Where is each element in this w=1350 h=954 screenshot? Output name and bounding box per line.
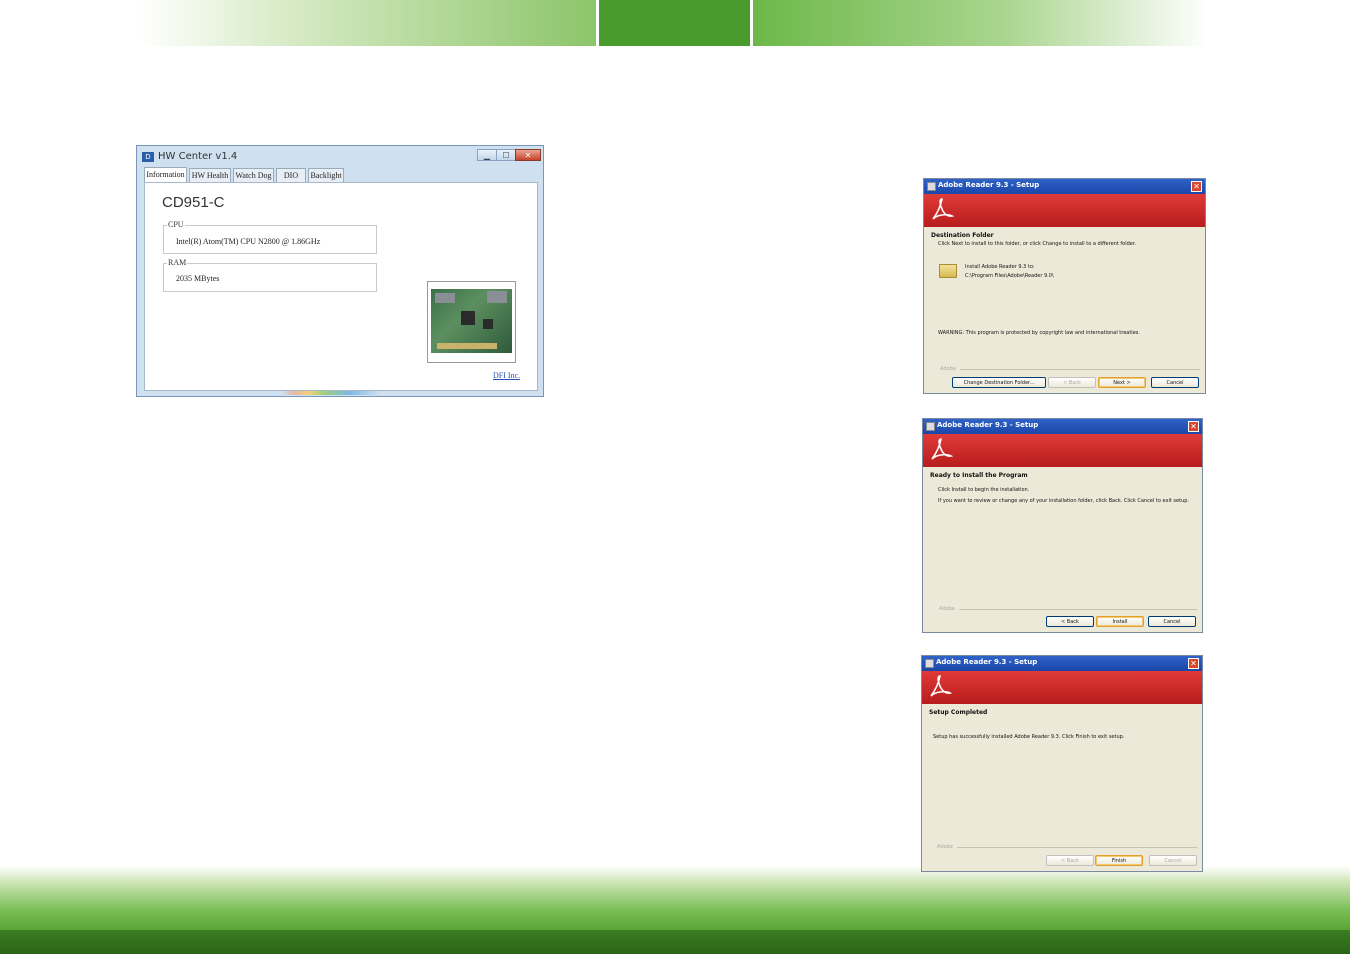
dialog-description: Click Next to install to this folder, or… — [938, 241, 1137, 247]
install-instruction: Click Install to begin the installation. — [938, 487, 1030, 493]
cancel-button[interactable]: Cancel — [1148, 616, 1196, 627]
copyright-warning: WARNING: This program is protected by co… — [938, 330, 1140, 336]
next-button[interactable]: Next > — [1098, 377, 1146, 388]
back-button[interactable]: < Back — [1046, 616, 1094, 627]
dialog-title: Adobe Reader 9.3 - Setup — [938, 181, 1040, 189]
ram-value: 2035 MBytes — [176, 274, 220, 283]
footer-separator — [957, 847, 1197, 848]
close-button[interactable]: ✕ — [1188, 658, 1199, 669]
information-panel: CD951-C CPU Intel(R) Atom(TM) CPU N2800 … — [144, 182, 538, 391]
footer-brand-label: Adobe — [940, 366, 956, 372]
board-connector — [487, 291, 507, 303]
tab-information[interactable]: Information — [144, 167, 187, 182]
footer-separator — [959, 609, 1197, 610]
adobe-reader-logo-icon — [931, 438, 953, 460]
adobe-banner — [924, 194, 1205, 227]
tab-watch-dog[interactable]: Watch Dog — [233, 168, 274, 182]
cancel-button[interactable]: Cancel — [1149, 855, 1197, 866]
board-header — [437, 343, 497, 349]
model-name: CD951-C — [162, 194, 225, 211]
dialog-titlebar: Adobe Reader 9.3 - Setup ✕ — [922, 656, 1202, 671]
back-button[interactable]: < Back — [1046, 855, 1094, 866]
maximize-button[interactable]: ☐ — [496, 149, 516, 161]
hw-center-titlebar: D HW Center v1.4 ▁ ☐ ✕ — [139, 148, 541, 166]
hw-center-title: HW Center v1.4 — [158, 151, 238, 162]
dialog-titlebar: Adobe Reader 9.3 - Setup ✕ — [924, 179, 1205, 194]
board-connector — [435, 293, 455, 303]
tab-hw-health[interactable]: HW Health — [189, 168, 231, 182]
adobe-setup-dialog-destination: Adobe Reader 9.3 - Setup ✕ Destination F… — [923, 178, 1206, 394]
footer-bar — [0, 930, 1350, 954]
footer-brand-label: Adobe — [937, 844, 953, 850]
window-bottom-strip — [144, 391, 538, 395]
adobe-setup-dialog-ready: Adobe Reader 9.3 - Setup ✕ Ready to Inst… — [922, 418, 1203, 633]
dialog-title: Adobe Reader 9.3 - Setup — [937, 421, 1039, 429]
close-button[interactable]: ✕ — [1191, 181, 1202, 192]
finish-button[interactable]: Finish — [1095, 855, 1143, 866]
dialog-heading: Ready to Install the Program — [930, 472, 1028, 479]
back-button[interactable]: < Back — [1048, 377, 1096, 388]
board-image — [427, 281, 516, 363]
ram-label: RAM — [167, 258, 188, 267]
change-destination-button[interactable]: Change Destination Folder... — [952, 377, 1046, 388]
install-path: C:\Program Files\Adobe\Reader 9.0\ — [965, 273, 1054, 279]
ram-group: RAM 2035 MBytes — [163, 258, 377, 292]
board-chip — [483, 319, 493, 329]
installer-icon — [926, 422, 935, 431]
tab-backlight[interactable]: Backlight — [308, 168, 344, 182]
header-gradient-right — [753, 0, 1209, 46]
header-tab-block — [599, 0, 750, 46]
close-button[interactable]: ✕ — [515, 149, 541, 161]
dfi-link[interactable]: DFI Inc. — [493, 371, 520, 380]
installer-icon — [927, 182, 936, 191]
footer-separator — [960, 369, 1200, 370]
adobe-reader-logo-icon — [932, 198, 954, 220]
board-pcb — [431, 289, 512, 353]
minimize-button[interactable]: ▁ — [477, 149, 497, 161]
cpu-value: Intel(R) Atom(TM) CPU N2800 @ 1.86GHz — [176, 237, 321, 246]
completion-message: Setup has successfully installed Adobe R… — [933, 734, 1125, 740]
review-instruction: If you want to review or change any of y… — [938, 498, 1189, 504]
dialog-heading: Destination Folder — [931, 232, 994, 239]
install-to-label: Install Adobe Reader 9.3 to: — [965, 264, 1035, 270]
hw-center-window: D HW Center v1.4 ▁ ☐ ✕ Information HW He… — [136, 145, 544, 397]
dialog-titlebar: Adobe Reader 9.3 - Setup ✕ — [923, 419, 1202, 434]
close-button[interactable]: ✕ — [1188, 421, 1199, 432]
dialog-heading: Setup Completed — [929, 709, 988, 716]
install-button[interactable]: Install — [1096, 616, 1144, 627]
folder-icon — [939, 264, 957, 278]
installer-icon — [925, 659, 934, 668]
adobe-banner — [922, 671, 1202, 704]
cancel-button[interactable]: Cancel — [1151, 377, 1199, 388]
board-chip — [461, 311, 475, 325]
adobe-reader-logo-icon — [930, 675, 952, 697]
dfi-logo-icon: D — [142, 152, 154, 162]
footer-brand-label: Adobe — [939, 606, 955, 612]
dialog-title: Adobe Reader 9.3 - Setup — [936, 658, 1038, 666]
adobe-setup-dialog-completed: Adobe Reader 9.3 - Setup ✕ Setup Complet… — [921, 655, 1203, 872]
cpu-group: CPU Intel(R) Atom(TM) CPU N2800 @ 1.86GH… — [163, 220, 377, 254]
adobe-banner — [923, 434, 1202, 467]
header-gradient-left — [140, 0, 596, 46]
footer-gradient — [0, 866, 1350, 930]
cpu-label: CPU — [167, 220, 185, 229]
tab-dio[interactable]: DIO — [276, 168, 306, 182]
